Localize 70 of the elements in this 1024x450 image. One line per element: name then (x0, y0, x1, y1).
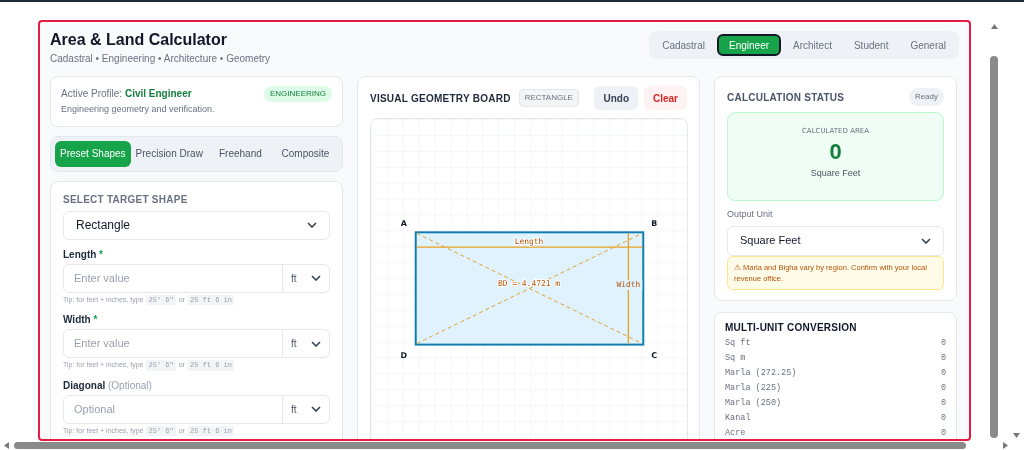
mode-tab[interactable]: Freehand (207, 140, 273, 167)
profile-name: Civil Engineer (124, 88, 192, 99)
field-label: Width (63, 314, 91, 325)
profile-tab[interactable]: Cadastral (652, 34, 715, 56)
section-heading: SELECT TARGET SHAPE (63, 192, 189, 207)
unit-name: Marla (225) (725, 381, 782, 395)
chevron-down-icon (311, 406, 321, 412)
chevron-down-icon (311, 275, 321, 281)
optional-note: (Optional) (108, 379, 152, 391)
unit-value: 0 (940, 381, 946, 395)
shape-badge: RECTANGLE (518, 89, 579, 107)
unit-select[interactable]: ft (283, 329, 330, 358)
chevron-down-icon (311, 340, 321, 347)
profile-tab[interactable]: Student (843, 34, 899, 56)
undo-button[interactable]: Undo (594, 86, 638, 110)
unit-name: Marla (250) (725, 396, 782, 410)
vertex-label: C (651, 350, 658, 360)
scroll-up-icon[interactable] (991, 24, 998, 29)
clear-button[interactable]: Clear (644, 86, 687, 110)
status-title: CALCULATION STATUS (727, 90, 845, 105)
diagonal-label: BD = 4.4721 m (497, 279, 561, 288)
length-label: Length (514, 237, 544, 247)
unit-value: 0 (940, 351, 946, 365)
unit-value: 0 (940, 396, 946, 410)
board-title: VISUAL GEOMETRY BOARD (370, 91, 511, 106)
profile-label: Active Profile: (61, 88, 123, 99)
unit-select[interactable]: ft (283, 263, 330, 293)
mode-tab[interactable]: Composite (272, 140, 338, 167)
chevron-down-icon (921, 237, 931, 244)
shape-select[interactable]: Rectangle (63, 210, 330, 240)
unit-value: 0 (940, 411, 946, 425)
mode-tab[interactable]: Precision Draw (130, 140, 208, 167)
profile-badge: ENGINEERING (264, 86, 332, 102)
value-input[interactable]: Enter value (63, 329, 283, 358)
profile-tab[interactable]: General (900, 34, 956, 56)
unit-name: Kanal (725, 411, 751, 425)
required-mark: * (99, 248, 103, 260)
chevron-down-icon (307, 222, 317, 228)
unit-value: 0 (940, 336, 946, 350)
unit-select[interactable]: ft (283, 394, 330, 424)
vertex-label: A (400, 219, 407, 229)
unit-value: 0 (940, 426, 946, 439)
scroll-left-icon[interactable] (4, 442, 9, 449)
output-unit-label: Output Unit (727, 208, 774, 221)
app-title: Area & Land Calculator (50, 30, 228, 50)
required-mark: * (93, 314, 98, 325)
vertex-label: D (400, 350, 408, 360)
profile-tab[interactable]: Architect (783, 34, 842, 56)
app-subtitle: Cadastral • Engineering • Architecture • Geometry (50, 52, 271, 66)
field-label: Diagonal (63, 379, 106, 391)
scroll-down-icon[interactable] (1013, 433, 1020, 438)
value-input[interactable]: Optional (63, 394, 283, 424)
width-label: Width (616, 279, 641, 289)
unit-name: Marla (272.25) (725, 366, 797, 380)
horizontal-scrollbar-thumb[interactable] (14, 442, 966, 449)
scrollbar-thumb[interactable] (990, 56, 998, 438)
area-unit: Square Feet (810, 166, 861, 180)
profile-description: Engineering geometry and verification. (61, 103, 215, 116)
value-input[interactable]: Enter value (63, 263, 283, 293)
unit-name: Acre (725, 426, 746, 439)
field-label: Length (63, 248, 97, 260)
conversion-title: MULTI-UNIT CONVERSION (725, 320, 858, 335)
status-badge: Ready (908, 88, 944, 106)
output-unit-select[interactable]: Square Feet (727, 225, 944, 256)
scroll-right-icon[interactable] (1003, 442, 1008, 449)
unit-name: Sq ft (725, 336, 751, 350)
vertex-label: B (651, 219, 658, 229)
area-value: 0 (829, 137, 842, 166)
unit-value: 0 (940, 366, 946, 380)
unit-name: Sq m (725, 351, 746, 365)
